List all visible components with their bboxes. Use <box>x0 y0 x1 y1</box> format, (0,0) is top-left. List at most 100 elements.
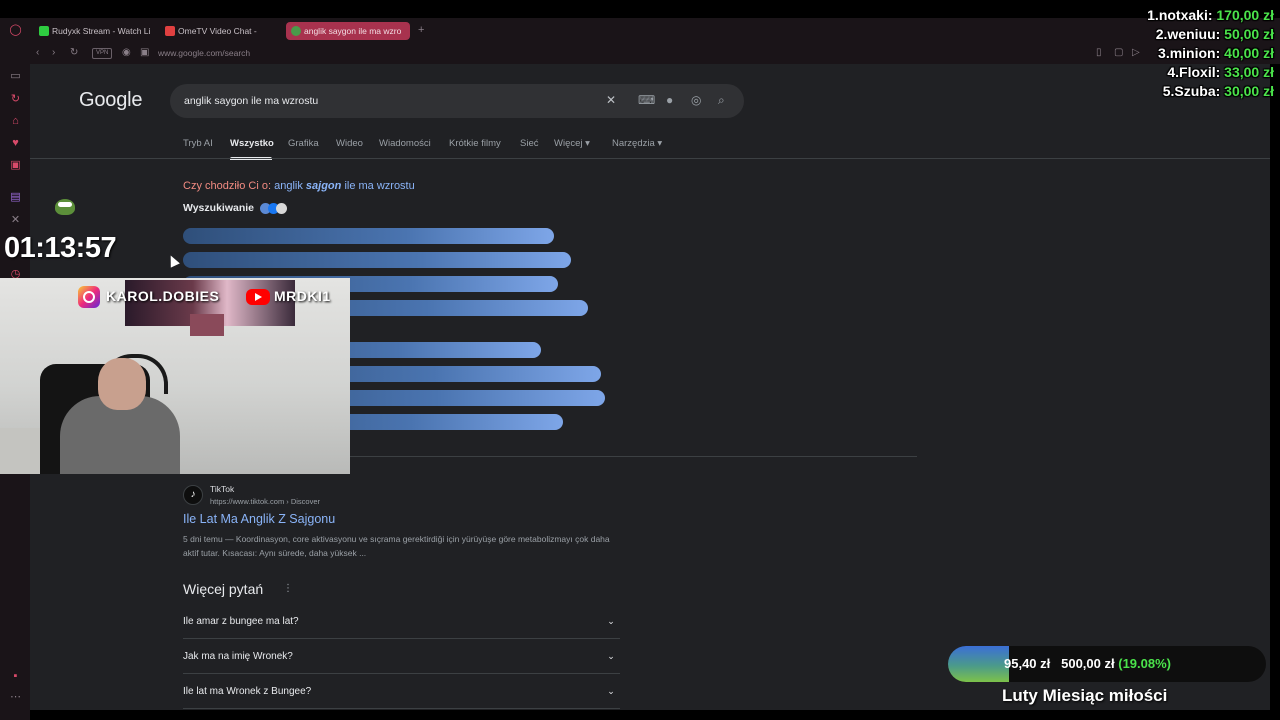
suggestion-part: anglik <box>274 180 303 192</box>
microphone-icon[interactable]: ● <box>666 93 673 107</box>
top-donors-list: 1.notxaki: 170,00 zł 2.weniuu: 50,00 zł … <box>1147 6 1274 101</box>
streamer <box>60 354 180 474</box>
tab-label: anglik saygon ile ma wzro <box>304 26 402 36</box>
tab-bar: Rudyxk Stream - Watch Li OmeTV Video Cha… <box>30 18 1280 44</box>
opera-logo-icon[interactable]: ◯ <box>9 24 22 37</box>
search-box[interactable]: anglik saygon ile ma wzrostu ✕ ⌨ ● ◎ ⌕ <box>170 84 744 118</box>
search-icon[interactable]: ⌕ <box>718 93 725 108</box>
lens-icon[interactable]: ◎ <box>691 93 701 107</box>
sidebar-game-icon[interactable]: ▪ <box>9 670 22 683</box>
donor-amount: 30,00 zł <box>1224 83 1274 99</box>
paa-question-row[interactable]: Jak ma na imię Wronek? ⌄ <box>183 639 620 674</box>
result-snippet: 5 dni temu — Koordinasyon, core aktivasy… <box>183 534 610 558</box>
filter-tab-more[interactable]: Więcej ▾ <box>554 138 590 149</box>
donor-amount: 170,00 zł <box>1216 7 1274 23</box>
tab-google-search[interactable]: anglik saygon ile ma wzro <box>286 22 410 40</box>
more-options-icon[interactable]: ⋮ <box>283 583 293 594</box>
source-favicons <box>260 203 290 214</box>
donor-amount: 40,00 zł <box>1224 45 1274 61</box>
address-bar: ‹ › ↻ VPN ◉ ▣ www.google.com/search ▯ ▢ … <box>30 44 1280 64</box>
tab-label: OmeTV Video Chat - <box>178 26 257 36</box>
url-text[interactable]: www.google.com/search <box>158 48 250 58</box>
sidebar-heart-icon[interactable]: ♥ <box>9 137 22 150</box>
donor-amount: 33,00 zł <box>1224 64 1274 80</box>
blanket <box>0 428 40 474</box>
youtube-handle: MRDKI1 <box>274 288 331 304</box>
clear-search-icon[interactable]: ✕ <box>606 93 616 107</box>
top-black-strip <box>0 0 1280 18</box>
sidebar-x-icon[interactable]: ✕ <box>9 214 22 227</box>
twitch-favicon-icon <box>39 26 49 36</box>
player-icon[interactable]: ▷ <box>1132 47 1140 58</box>
loading-skeleton-bar <box>183 252 571 268</box>
donor-name: 4.Floxil: <box>1167 64 1221 80</box>
ometv-favicon-icon <box>165 26 175 36</box>
sidebar-refresh-icon[interactable]: ↻ <box>9 93 22 106</box>
stream-timer: 01:13:57 <box>4 232 117 264</box>
paa-question-row[interactable]: Ile lat ma Wronek z Bungee? ⌄ <box>183 674 620 709</box>
donor-entry: 5.Szuba: 30,00 zł <box>1147 82 1274 101</box>
google-logo[interactable]: Google <box>79 89 142 112</box>
did-you-mean: Czy chodziło Ci o: anglik sajgon ile ma … <box>183 180 415 192</box>
filter-tab-images[interactable]: Grafika <box>288 138 319 149</box>
streamer-head <box>98 358 146 410</box>
chevron-down-icon[interactable]: ⌄ <box>602 682 620 700</box>
youtube-icon <box>246 289 270 305</box>
instagram-icon <box>78 286 100 308</box>
keyboard-icon[interactable]: ⌨ <box>638 93 655 107</box>
goal-current: 95,40 zł <box>1004 656 1051 671</box>
source-favicon-icon <box>276 203 287 214</box>
filter-tab-web[interactable]: Sieć <box>520 138 538 149</box>
result-site-name[interactable]: TikTok <box>210 484 234 494</box>
goal-percent: (19.08%) <box>1118 656 1171 671</box>
wall-poster-detail <box>190 314 224 336</box>
new-tab-plus-icon[interactable]: + <box>418 24 424 36</box>
webcam-overlay <box>0 278 350 474</box>
lock-icon[interactable]: ▣ <box>140 47 149 58</box>
tab-rudyxk-stream[interactable]: Rudyxk Stream - Watch Li <box>34 22 152 40</box>
filter-tab-video[interactable]: Wideo <box>336 138 363 149</box>
pepe-emote-icon <box>55 199 75 215</box>
sidebar-more-icon[interactable]: ⋯ <box>9 691 22 704</box>
donation-goal-bar: 95,40 zł 500,00 zł (19.08%) <box>948 646 1266 682</box>
instagram-handle: KAROL.DOBIES <box>106 288 220 304</box>
donor-amount: 50,00 zł <box>1224 26 1274 42</box>
chevron-down-icon[interactable]: ⌄ <box>602 647 620 665</box>
donor-name: 1.notxaki: <box>1147 7 1213 23</box>
donation-goal-fill <box>948 646 1009 682</box>
vpn-badge[interactable]: VPN <box>92 48 113 59</box>
sidebar-twitch-icon[interactable]: ▤ <box>9 191 22 204</box>
ai-searching-label: Wyszukiwanie <box>183 202 254 214</box>
forward-arrow-icon[interactable]: › <box>52 47 55 58</box>
snapshot-icon[interactable]: ▢ <box>1114 47 1123 58</box>
tiktok-logo-icon[interactable]: ♪ <box>183 485 203 505</box>
filter-tab-shorts[interactable]: Krótkie filmy <box>449 138 501 149</box>
people-also-ask-title: Więcej pytań <box>183 581 264 597</box>
chevron-down-icon[interactable]: ⌄ <box>602 612 620 630</box>
search-input[interactable]: anglik saygon ile ma wzrostu <box>184 95 318 107</box>
filter-tab-all[interactable]: Wszystko <box>230 138 274 149</box>
did-you-mean-suggestion[interactable]: anglik sajgon ile ma wzrostu <box>274 180 415 192</box>
google-favicon-icon <box>291 26 301 36</box>
loading-skeleton-bar <box>183 228 554 244</box>
suggestion-part: ile ma wzrostu <box>344 180 415 192</box>
filter-tab-tools[interactable]: Narzędzia ▾ <box>612 138 662 149</box>
paa-question-row[interactable]: Ile amar z bungee ma lat? ⌄ <box>183 604 620 639</box>
tab-ometv[interactable]: OmeTV Video Chat - <box>160 22 278 40</box>
header-divider <box>30 158 1270 159</box>
paa-question: Jak ma na imię Wronek? <box>183 651 293 662</box>
sidebar-messenger-icon[interactable]: ▣ <box>9 159 22 172</box>
save-icon[interactable]: ▯ <box>1096 47 1102 58</box>
goal-target: 500,00 zł <box>1061 656 1115 671</box>
location-icon[interactable]: ◉ <box>122 47 131 58</box>
reload-icon[interactable]: ↻ <box>70 47 78 58</box>
did-you-mean-label: Czy chodziło Ci o: <box>183 180 272 192</box>
result-url[interactable]: https://www.tiktok.com › Discover <box>210 497 320 506</box>
filter-tab-news[interactable]: Wiadomości <box>379 138 431 149</box>
sidebar-bag-icon[interactable]: ⌂ <box>9 115 22 128</box>
filter-tab-ai[interactable]: Tryb AI <box>183 138 213 149</box>
sidebar-aria-icon[interactable]: ▭ <box>9 70 22 83</box>
result-title-link[interactable]: Ile Lat Ma Anglik Z Sajgonu <box>183 512 335 526</box>
back-arrow-icon[interactable]: ‹ <box>36 47 39 58</box>
donor-entry: 2.weniuu: 50,00 zł <box>1147 25 1274 44</box>
